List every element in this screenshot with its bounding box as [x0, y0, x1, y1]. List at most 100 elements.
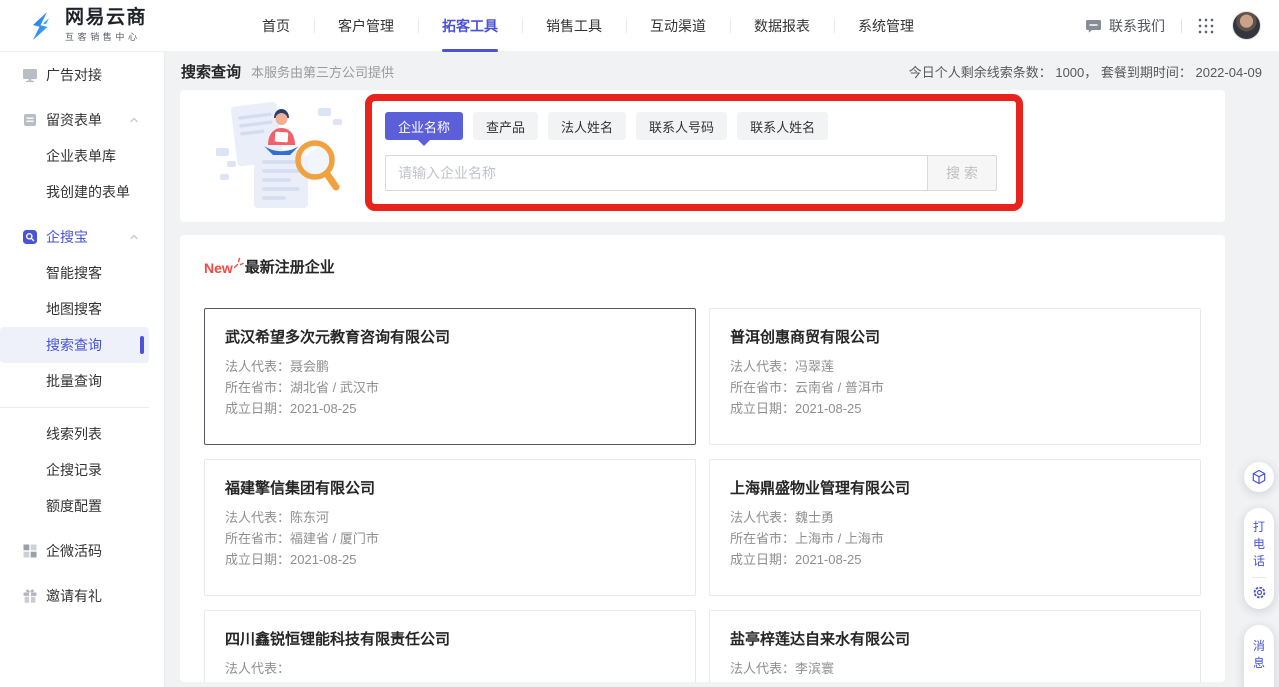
- qr-grid-icon: [22, 543, 38, 559]
- region-label: 所在省市：: [730, 380, 795, 395]
- legal-rep-label: 法人代表：: [225, 359, 290, 374]
- search-illustration-image: [214, 100, 364, 212]
- sidebar-item[interactable]: 企微活码: [0, 533, 149, 569]
- chevron-up-icon: [129, 115, 139, 125]
- avatar[interactable]: [1232, 11, 1261, 40]
- product-cube-button[interactable]: [1244, 462, 1274, 492]
- sidebar-item[interactable]: [0, 407, 149, 408]
- sidebar-item[interactable]: 广告对接: [0, 57, 149, 93]
- company-card[interactable]: 福建擎信集团有限公司 法人代表：陈东河 所在省市：福建省 / 厦门市 成立日期：…: [204, 459, 696, 596]
- sidebar-item[interactable]: 企搜记录: [0, 452, 149, 488]
- sidebar-item-label: 我创建的表单: [46, 182, 130, 202]
- founded-date-value: 2021-08-25: [290, 401, 357, 416]
- page-subtitle: 本服务由第三方公司提供: [251, 62, 394, 81]
- pill-divider: [1252, 577, 1266, 578]
- company-card[interactable]: 普洱创惠商贸有限公司 法人代表：冯翠莲 所在省市：云南省 / 普洱市 成立日期：…: [709, 308, 1201, 445]
- sidebar-item-label: 企业表单库: [46, 146, 116, 166]
- sidebar-item-label: 企搜宝: [46, 227, 88, 247]
- founded-date-value: 2021-08-25: [795, 401, 862, 416]
- page-title: 搜索查询: [181, 61, 241, 82]
- company-card[interactable]: 四川鑫锐恒锂能科技有限责任公司 法人代表： 所在省市： 成立日期：: [204, 610, 696, 682]
- legal-rep-label: 法人代表：: [225, 661, 290, 676]
- section-title: 最新注册企业: [245, 259, 335, 277]
- sidebar-item[interactable]: 我创建的表单: [0, 174, 149, 210]
- founded-date-value: 2021-08-25: [290, 552, 357, 567]
- sidebar-item-label: 地图搜客: [46, 299, 102, 319]
- nav-item[interactable]: 数据报表: [730, 0, 834, 52]
- sidebar-item[interactable]: 邀请有礼: [0, 578, 149, 614]
- sidebar-item[interactable]: 额度配置: [0, 488, 149, 524]
- legal-rep-value: 李滨寰: [795, 661, 834, 676]
- search-type-tab[interactable]: 法人姓名: [548, 112, 626, 140]
- company-card[interactable]: 武汉希望多次元教育咨询有限公司 法人代表：聂会鹏 所在省市：湖北省 / 武汉市 …: [204, 308, 696, 445]
- sidebar-item-label: 企微活码: [46, 541, 102, 561]
- logo-subtitle: 互客销售中心: [65, 30, 147, 43]
- gear-icon[interactable]: [1252, 585, 1267, 600]
- sidebar-item-label: 广告对接: [46, 65, 102, 85]
- search-input[interactable]: [385, 155, 928, 191]
- nav-item[interactable]: 客户管理: [314, 0, 418, 52]
- sidebar-item[interactable]: 留资表单: [0, 102, 149, 138]
- sidebar-item-label: 额度配置: [46, 496, 102, 516]
- sidebar-item[interactable]: 批量查询: [0, 363, 149, 399]
- logo-title: 网易云商: [65, 8, 147, 28]
- page-header: 搜索查询 本服务由第三方公司提供 今日个人剩余线索条数： 1000， 套餐到期时…: [165, 52, 1279, 90]
- search-type-tab[interactable]: 联系人号码: [636, 112, 727, 140]
- sidebar-item[interactable]: 智能搜客: [0, 255, 149, 291]
- founded-date-label: 成立日期：: [225, 401, 290, 416]
- sidebar-item-label: 智能搜客: [46, 263, 102, 283]
- company-name: 武汉希望多次元教育咨询有限公司: [225, 326, 675, 347]
- company-card[interactable]: 盐亭梓莲达自来水有限公司 法人代表：李滨寰 所在省市： 成立日期：: [709, 610, 1201, 682]
- region-label: 所在省市：: [730, 531, 795, 546]
- logo-icon: [24, 10, 56, 42]
- sidebar-item[interactable]: 地图搜客: [0, 291, 149, 327]
- nav-item[interactable]: 互动渠道: [626, 0, 730, 52]
- sidebar-item-label: 批量查询: [46, 371, 102, 391]
- apps-grid-icon[interactable]: [1198, 18, 1214, 34]
- sidebar-item[interactable]: 搜索查询: [0, 327, 149, 363]
- nav-item[interactable]: 拓客工具: [418, 0, 522, 52]
- contact-us-button[interactable]: 联系我们: [1085, 16, 1165, 36]
- company-name: 盐亭梓莲达自来水有限公司: [730, 628, 1180, 649]
- sidebar-item-label: 搜索查询: [46, 335, 102, 355]
- message-button[interactable]: 消息: [1244, 625, 1274, 687]
- sidebar-item[interactable]: 企业表单库: [0, 138, 149, 174]
- region-value: 上海市 / 上海市: [795, 531, 884, 546]
- legal-rep-value: 魏士勇: [795, 510, 834, 525]
- gift-icon: [22, 588, 38, 604]
- new-badge: New: [204, 260, 233, 277]
- legal-rep-value: 陈东河: [290, 510, 329, 525]
- search-panel: 企业名称 查产品 法人姓名 联系人号码 联系人姓名 搜 索: [180, 90, 1225, 222]
- company-cards-grid: 武汉希望多次元教育咨询有限公司 法人代表：聂会鹏 所在省市：湖北省 / 武汉市 …: [204, 308, 1201, 682]
- quota-text: 今日个人剩余线索条数： 1000， 套餐到期时间： 2022-04-09: [909, 62, 1262, 81]
- region-label: 所在省市：: [225, 531, 290, 546]
- company-card[interactable]: 上海鼎盛物业管理有限公司 法人代表：魏士勇 所在省市：上海市 / 上海市 成立日…: [709, 459, 1201, 596]
- main-content: 搜索查询 本服务由第三方公司提供 今日个人剩余线索条数： 1000， 套餐到期时…: [165, 52, 1279, 687]
- chevron-up-icon: [129, 232, 139, 242]
- region-value: 福建省 / 厦门市: [290, 531, 379, 546]
- sidebar-item-label: 企搜记录: [46, 460, 102, 480]
- qisoubao-icon: [22, 229, 38, 245]
- call-phone-label: 打电话: [1252, 519, 1266, 570]
- founded-date-label: 成立日期：: [730, 401, 795, 416]
- search-type-tab[interactable]: 查产品: [473, 112, 538, 140]
- message-label: 消息: [1252, 638, 1266, 672]
- search-button[interactable]: 搜 索: [928, 155, 997, 191]
- topbar: 网易云商 互客销售中心 首页 客户管理 拓客工具 销售工具 互动渠道 数据报表 …: [0, 0, 1279, 52]
- results-panel: New 最新注册企业 武汉希望多次元教育咨询有限公司: [180, 235, 1225, 682]
- nav-item[interactable]: 系统管理: [834, 0, 938, 52]
- call-phone-button[interactable]: 打电话: [1244, 508, 1274, 609]
- nav-item[interactable]: 销售工具: [522, 0, 626, 52]
- monitor-icon: [22, 67, 38, 83]
- legal-rep-label: 法人代表：: [730, 661, 795, 676]
- sidebar-item[interactable]: 企搜宝: [0, 219, 149, 255]
- logo: 网易云商 互客销售中心: [24, 8, 220, 43]
- search-type-tab[interactable]: 企业名称: [385, 112, 463, 140]
- contact-us-label: 联系我们: [1109, 16, 1165, 36]
- founded-date-label: 成立日期：: [730, 552, 795, 567]
- sidebar-item[interactable]: 线索列表: [0, 416, 149, 452]
- search-type-tab[interactable]: 联系人姓名: [737, 112, 828, 140]
- top-nav: 首页 客户管理 拓客工具 销售工具 互动渠道 数据报表 系统管理: [238, 0, 938, 52]
- nav-item[interactable]: 首页: [238, 0, 314, 52]
- founded-date-value: 2021-08-25: [795, 552, 862, 567]
